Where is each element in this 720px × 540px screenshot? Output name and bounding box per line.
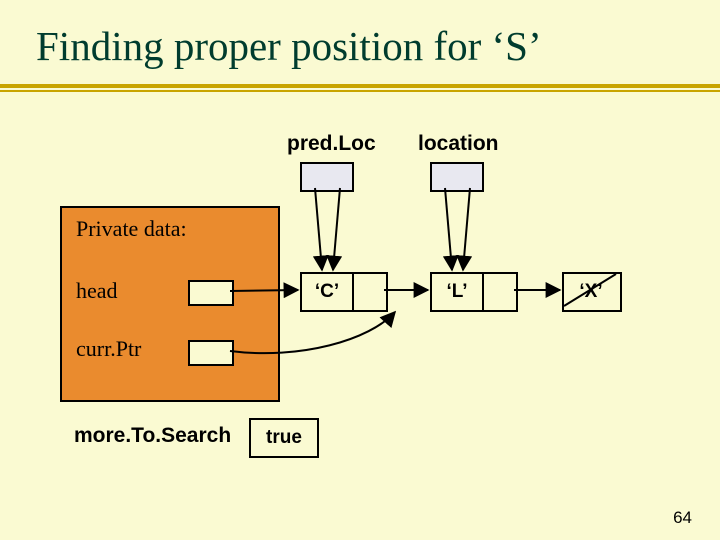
node-l-next: [484, 274, 516, 310]
node-c-next: [354, 274, 386, 310]
currptr-label: curr.Ptr: [76, 336, 141, 362]
title-rule: [0, 84, 720, 88]
predloc-label: pred.Loc: [287, 132, 376, 156]
location-pointer-box: [430, 162, 484, 192]
slide-title: Finding proper position for ‘S’: [36, 22, 542, 70]
node-c-value: ‘C’: [302, 274, 354, 310]
node-c: ‘C’: [300, 272, 388, 312]
title-rule-thin: [0, 90, 720, 92]
head-var-box: [188, 280, 234, 306]
moretosearch-value: true: [249, 418, 319, 458]
predloc-pointer-box: [300, 162, 354, 192]
head-label: head: [76, 278, 118, 304]
node-l-value: ‘L’: [432, 274, 484, 310]
currptr-var-box: [188, 340, 234, 366]
node-l: ‘L’: [430, 272, 518, 312]
node-x: ‘X’: [562, 272, 622, 312]
node-x-value: ‘X’: [564, 274, 618, 310]
location-label: location: [418, 132, 499, 156]
private-data-heading: Private data:: [76, 216, 187, 242]
moretosearch-label: more.To.Search: [74, 424, 231, 448]
page-number: 64: [673, 508, 692, 528]
